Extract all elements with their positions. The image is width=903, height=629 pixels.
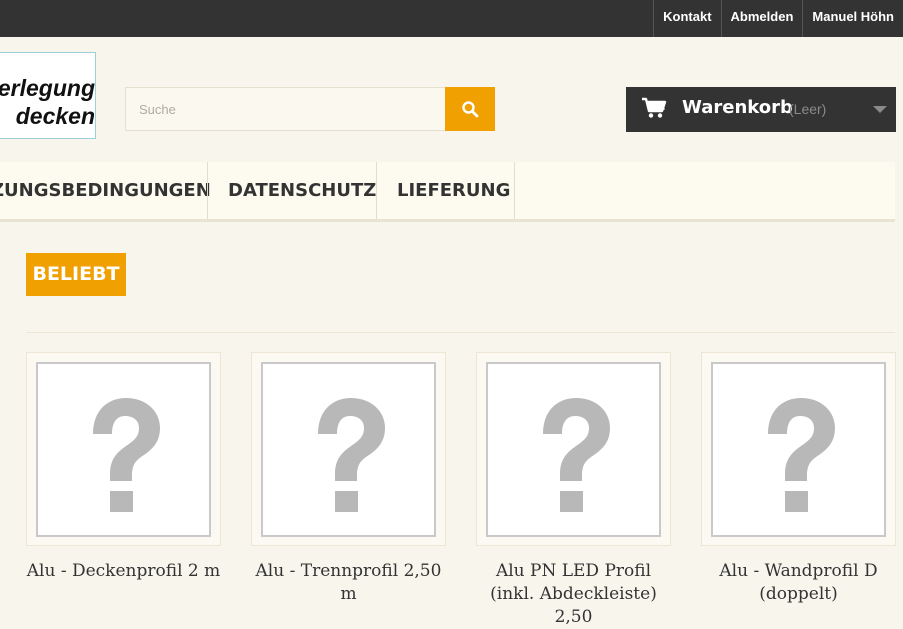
product-image-placeholder [36,362,211,537]
question-mark-icon [768,398,835,512]
search-input[interactable] [125,87,445,131]
question-mark-icon [93,398,160,512]
cart-status: (Leer) [789,101,827,117]
product-image-placeholder [486,362,661,537]
top-nav: Kontakt Abmelden Manuel Höhn [653,0,903,37]
question-mark-icon [318,398,385,512]
logout-link[interactable]: Abmelden [720,0,803,37]
product-image-placeholder [711,362,886,537]
shopping-cart-icon [642,97,667,118]
product-name[interactable]: Alu - Wandprofil D (doppelt) [701,560,896,606]
product-card[interactable] [251,352,446,546]
section-divider [26,332,895,333]
search-button[interactable] [445,87,495,131]
menu-separator [514,162,515,219]
product-name[interactable]: Alu - Deckenprofil 2 m [26,560,221,583]
product-image-placeholder [261,362,436,537]
menu-item-terms[interactable]: ZUNGSBEDINGUNGEN [0,162,211,219]
menu-item-delivery[interactable]: LIEFERUNG [397,162,510,219]
chevron-down-icon [873,106,887,113]
section-badge: BELIEBT [26,253,126,296]
site-logo[interactable]: erlegung decken [0,52,96,139]
product-card[interactable] [26,352,221,546]
account-link[interactable]: Manuel Höhn [802,0,903,37]
product-name[interactable]: Alu PN LED Profil (inkl. Abdeckleiste) 2… [476,560,671,629]
product-card[interactable] [701,352,896,546]
product-card[interactable] [476,352,671,546]
logo-text-line2: decken [15,103,95,129]
menu-separator [376,162,377,219]
contact-link[interactable]: Kontakt [653,0,720,37]
menu-item-privacy[interactable]: DATENSCHUTZ [228,162,376,219]
cart-button[interactable]: Warenkorb (Leer) [626,87,896,132]
top-bar: Kontakt Abmelden Manuel Höhn [0,0,903,37]
main-menu: ZUNGSBEDINGUNGEN DATENSCHUTZ LIEFERUNG [0,162,895,222]
cart-label: Warenkorb [682,97,793,118]
logo-text-line1: erlegung [0,75,95,101]
question-mark-icon [543,398,610,512]
menu-separator [207,162,208,219]
product-name[interactable]: Alu - Trennprofil 2,50 m [251,560,446,606]
search-icon [462,101,479,118]
